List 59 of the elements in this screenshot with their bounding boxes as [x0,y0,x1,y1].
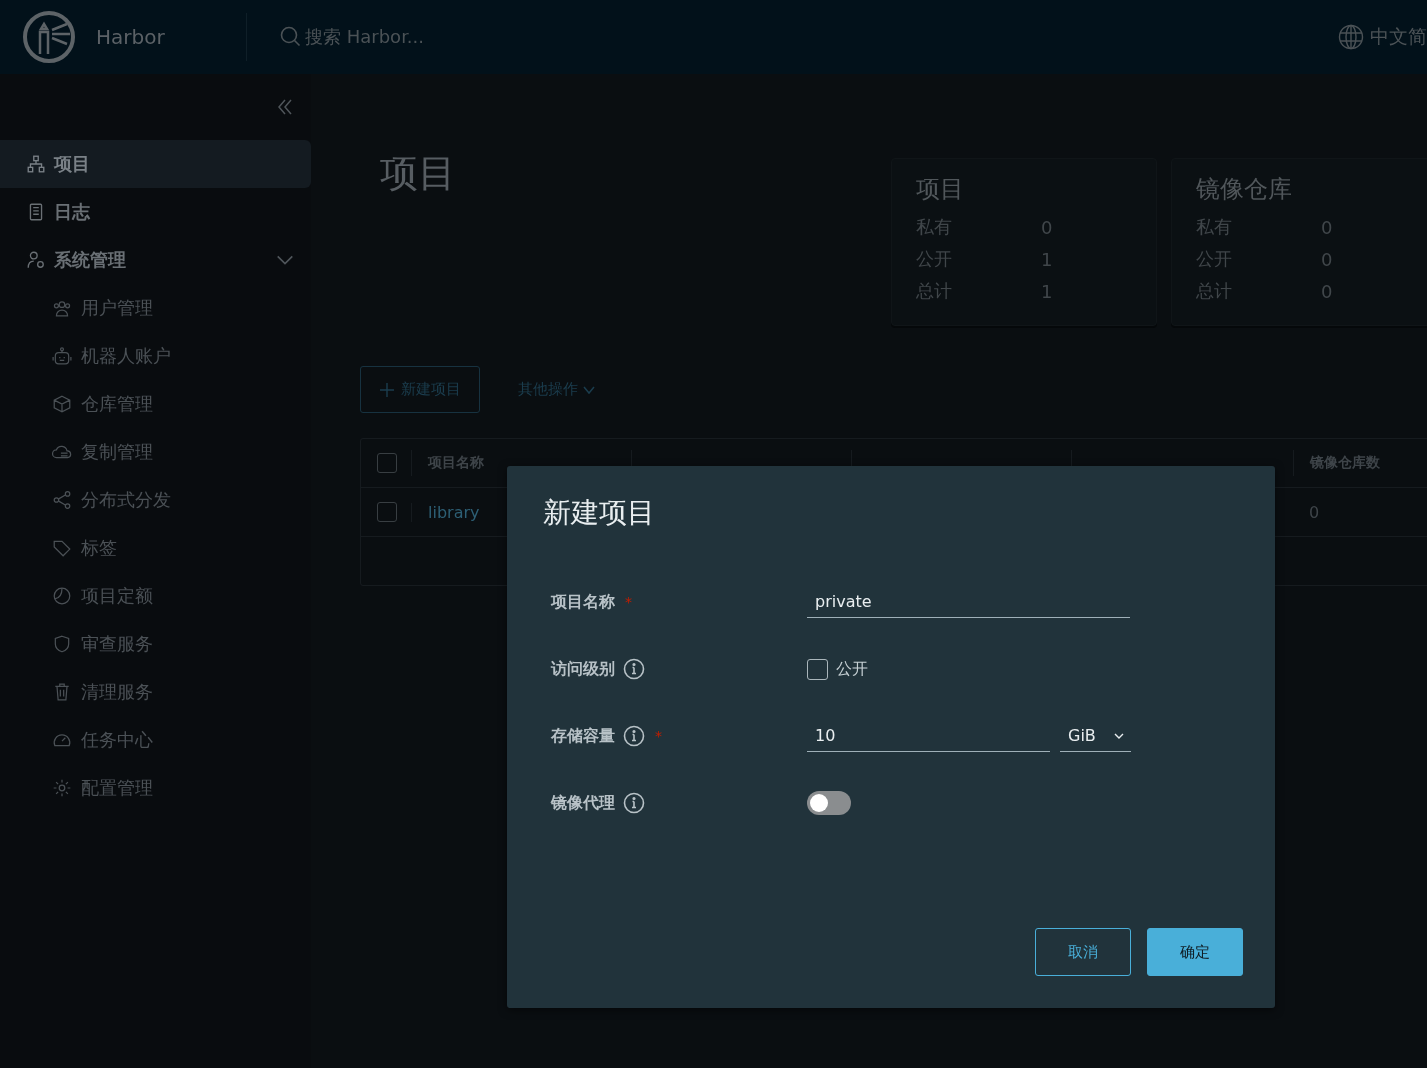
project-name-field[interactable]: private [807,586,1130,618]
globe-icon[interactable] [1338,24,1364,50]
sidebar-subitem[interactable]: 机器人账户 [0,332,311,380]
new-project-button[interactable]: 新建项目 [360,366,480,413]
sidebar-subitem[interactable]: 任务中心 [0,716,311,764]
quota-field[interactable]: 10 [807,720,1050,752]
sidebar-subitem[interactable]: 配置管理 [0,764,311,812]
select-all-checkbox[interactable] [377,453,397,473]
row-checkbox[interactable] [377,502,397,522]
sidebar-subitem[interactable]: 标签 [0,524,311,572]
table-cell: 0 [1309,502,1320,522]
sidebar-subitem[interactable]: 审查服务 [0,620,311,668]
field-label: 访问级别 [551,658,615,680]
field-label: 项目名称 [551,591,615,613]
sidebar-item[interactable]: 项目 [0,140,311,188]
field-label: 存储容量 [551,725,615,747]
robot-icon [52,346,72,366]
plus-icon [379,381,395,398]
info-icon[interactable] [623,725,645,747]
sidebar-subitem[interactable]: 复制管理 [0,428,311,476]
page-title: 项目 [380,151,456,195]
other-actions-dropdown[interactable]: 其他操作 [512,379,602,400]
unit-dropdown[interactable]: GiB [1060,720,1131,752]
collapse-icon[interactable] [275,97,295,117]
users-icon [52,298,72,318]
required-mark: * [625,594,632,610]
sidebar-item[interactable]: 系统管理 [0,236,311,284]
checkbox-label: 公开 [836,658,868,680]
trash-icon [52,682,72,702]
search-icon[interactable] [279,25,303,49]
sidebar-subitem[interactable]: 项目定额 [0,572,311,620]
cancel-button[interactable]: 取消 [1035,928,1131,976]
proxy-toggle[interactable] [807,791,851,815]
public-checkbox[interactable] [807,658,828,680]
brand-name: Harbor [96,25,166,49]
search-placeholder[interactable]: 搜索 Harbor... [305,25,425,49]
card-title: 镜像仓库 [1196,175,1292,203]
sidebar-subitem[interactable]: 仓库管理 [0,380,311,428]
cube-icon [52,394,72,414]
field-label: 镜像代理 [551,792,615,814]
confirm-button[interactable]: 确定 [1147,928,1243,976]
share-icon [52,490,72,510]
shield-icon [52,634,72,654]
project-link[interactable]: library [428,502,480,522]
tag-icon [52,538,72,558]
sidebar-subitem[interactable]: 用户管理 [0,284,311,332]
pie-icon [52,586,72,606]
sidebar-subitem[interactable]: 清理服务 [0,668,311,716]
sidebar-subitem[interactable]: 分布式分发 [0,476,311,524]
lighthouse-logo-icon[interactable] [22,10,76,64]
hierarchy-icon [26,154,46,174]
card-title: 项目 [916,175,964,203]
column-header[interactable]: 镜像仓库数 [1293,450,1427,476]
info-icon[interactable] [623,792,645,814]
info-icon[interactable] [623,658,645,680]
dialog-title: 新建项目 [543,496,655,529]
required-mark: * [655,728,662,744]
language-menu[interactable]: 中文简 [1370,24,1427,50]
sidebar-item[interactable]: 日志 [0,188,311,236]
